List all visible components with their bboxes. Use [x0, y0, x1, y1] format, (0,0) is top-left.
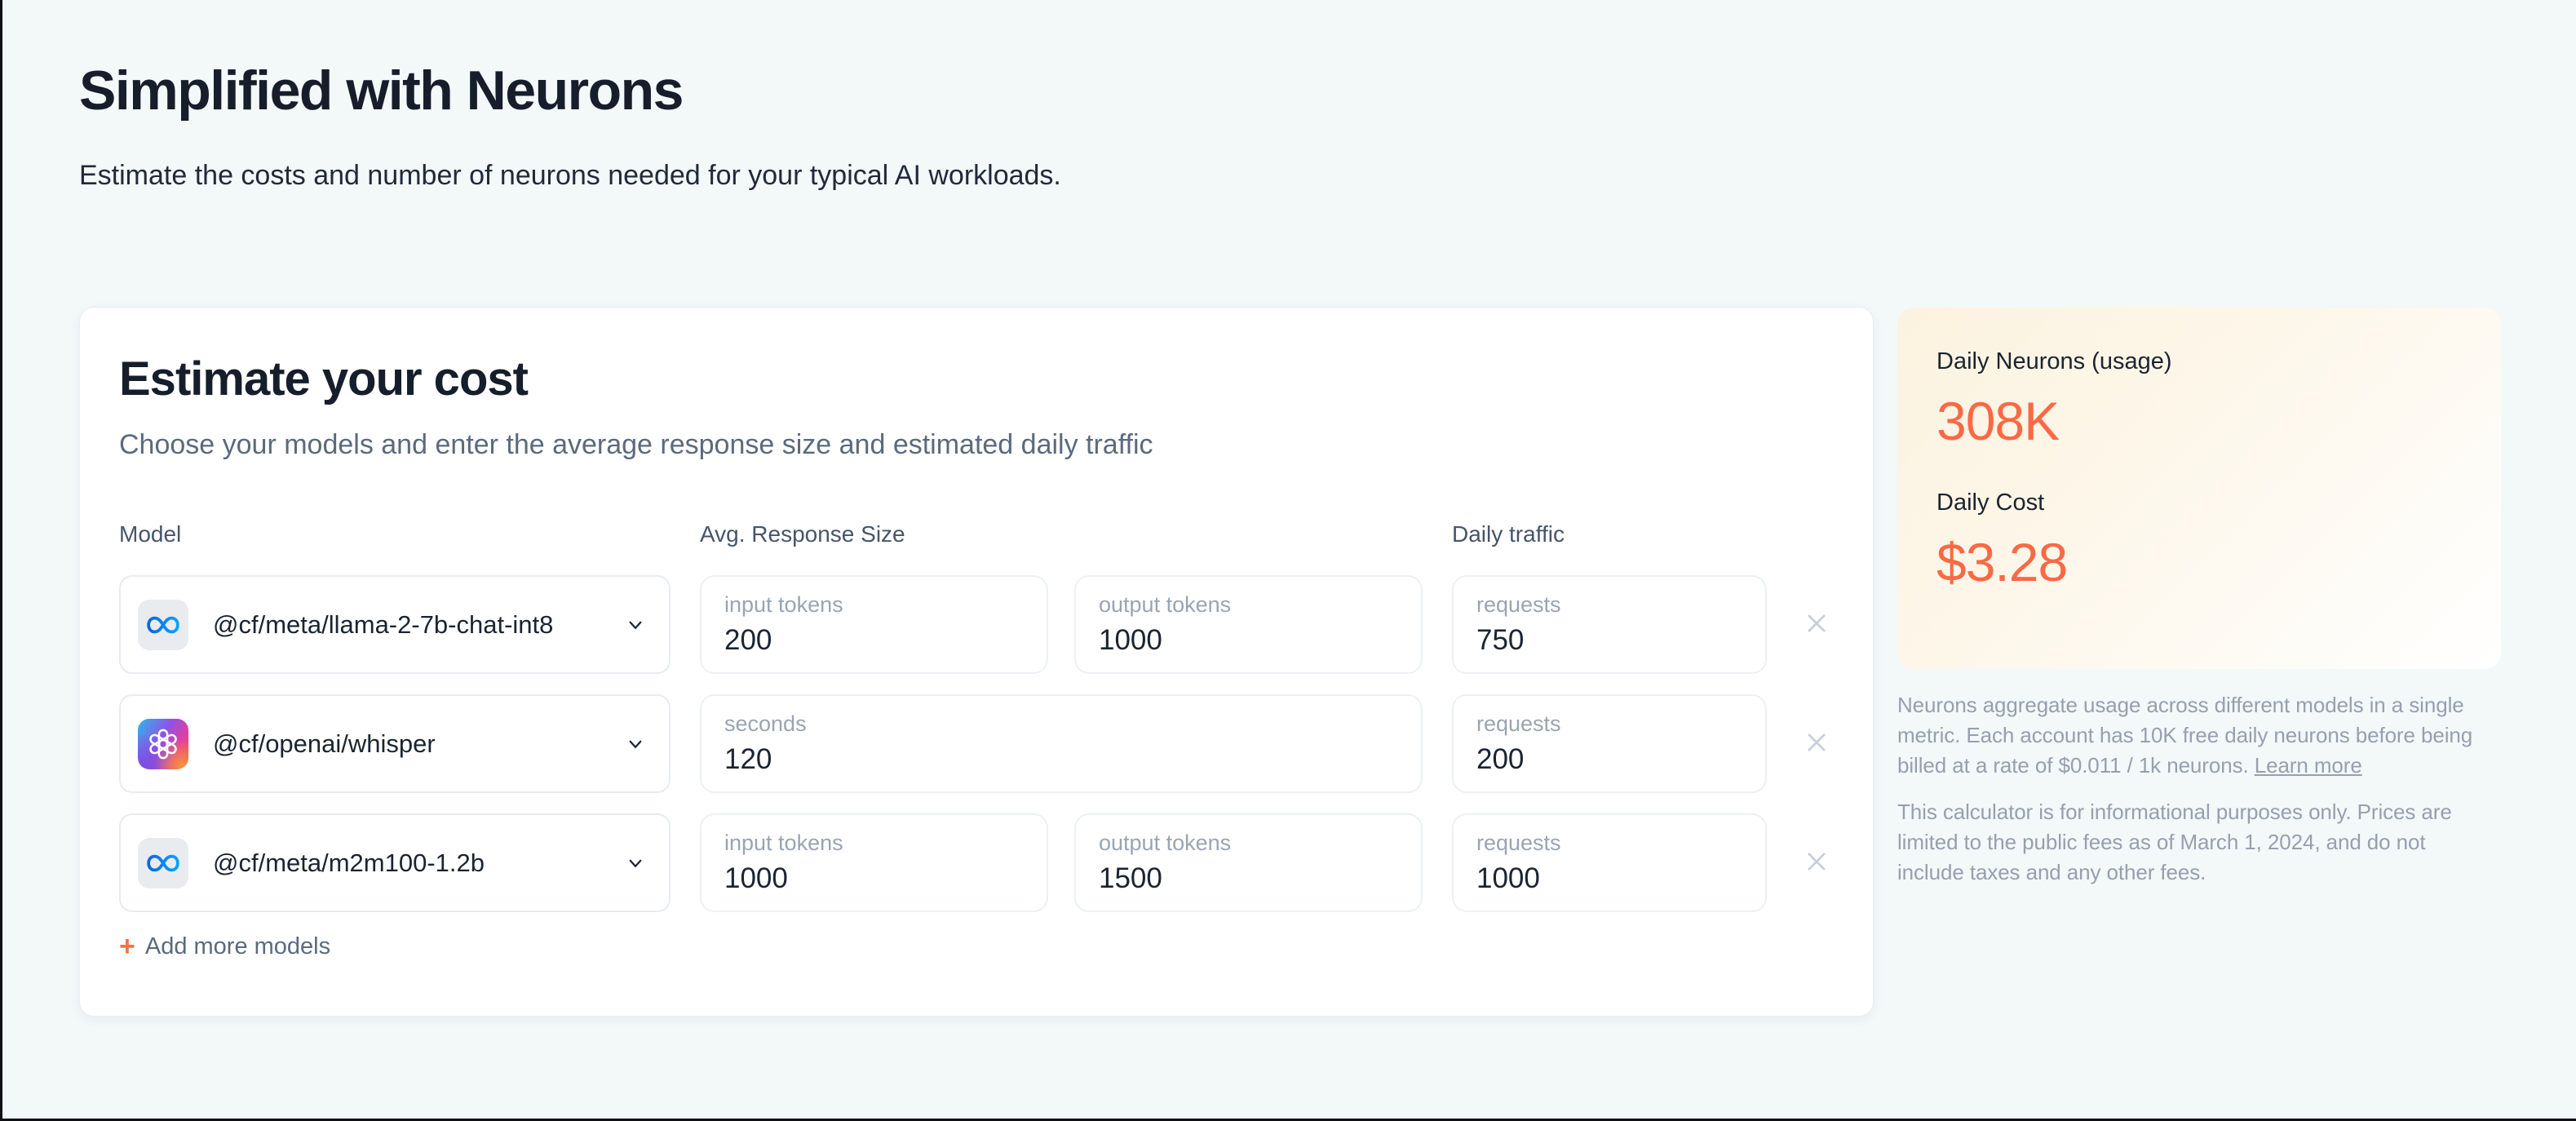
close-icon	[1803, 729, 1830, 759]
requests-field[interactable]: requests 200	[1452, 694, 1767, 793]
add-more-models-button[interactable]: + Add more models	[119, 933, 330, 960]
card-subtitle: Choose your models and enter the average…	[119, 429, 1153, 460]
remove-row-button[interactable]	[1799, 725, 1834, 762]
input-label: requests	[1476, 831, 1561, 855]
input-value[interactable]: 1000	[1476, 862, 1742, 895]
page-title: Simplified with Neurons	[79, 60, 684, 122]
input-label: input tokens	[724, 831, 843, 855]
input-label: seconds	[724, 711, 807, 736]
daily-cost-label: Daily Cost	[1936, 490, 2045, 516]
model-row: @cf/meta/llama-2-7b-chat-int8 input toke…	[119, 575, 1834, 674]
daily-cost-value: $3.28	[1936, 532, 2068, 592]
daily-neurons-value: 308K	[1936, 391, 2060, 451]
model-rows: @cf/meta/llama-2-7b-chat-int8 input toke…	[119, 575, 1834, 912]
model-select[interactable]: @cf/meta/llama-2-7b-chat-int8	[119, 575, 671, 674]
input-value[interactable]: 1000	[1099, 624, 1398, 657]
neurons-note: Neurons aggregate usage across different…	[1897, 690, 2488, 781]
chevron-down-icon	[623, 851, 648, 875]
column-header-response-size: Avg. Response Size	[700, 521, 905, 547]
cost-estimator-card: Estimate your cost Choose your models an…	[79, 307, 1874, 1017]
chevron-down-icon	[623, 613, 648, 637]
add-more-models-label: Add more models	[144, 933, 331, 959]
model-name: @cf/meta/m2m100-1.2b	[213, 848, 485, 877]
output-tokens-field[interactable]: output tokens 1000	[1074, 575, 1423, 674]
column-headers: Model Avg. Response Size Daily traffic	[119, 521, 1834, 547]
meta-icon	[138, 599, 188, 650]
neurons-note-text: Neurons aggregate usage across different…	[1897, 693, 2473, 778]
close-icon	[1803, 609, 1830, 640]
disclaimer-notes: Neurons aggregate usage across different…	[1897, 690, 2488, 887]
daily-summary-card: Daily Neurons (usage) 308K Daily Cost $3…	[1897, 308, 2501, 669]
input-label: input tokens	[724, 592, 843, 617]
daily-neurons-label: Daily Neurons (usage)	[1936, 348, 2172, 374]
openai-icon	[138, 718, 188, 769]
input-value[interactable]: 200	[1476, 743, 1742, 776]
input-tokens-field[interactable]: input tokens 200	[700, 575, 1048, 674]
model-name: @cf/openai/whisper	[213, 729, 436, 758]
model-name: @cf/meta/llama-2-7b-chat-int8	[213, 609, 554, 639]
calculator-disclaimer: This calculator is for informational pur…	[1897, 799, 2452, 884]
model-select[interactable]: @cf/meta/m2m100-1.2b	[119, 813, 671, 912]
meta-icon	[138, 837, 188, 888]
plus-icon: +	[119, 931, 135, 962]
requests-field[interactable]: requests 750	[1452, 575, 1767, 674]
input-label: requests	[1476, 592, 1561, 617]
input-value[interactable]: 200	[724, 624, 1024, 657]
input-label: output tokens	[1099, 831, 1232, 855]
seconds-field[interactable]: seconds 120	[700, 694, 1423, 793]
input-tokens-field[interactable]: input tokens 1000	[700, 813, 1048, 912]
column-header-daily-traffic: Daily traffic	[1452, 521, 1565, 547]
requests-field[interactable]: requests 1000	[1452, 813, 1767, 912]
learn-more-link[interactable]: Learn more	[2255, 753, 2362, 778]
window-left-edge	[0, 0, 2, 1121]
input-label: requests	[1476, 711, 1561, 736]
chevron-down-icon	[623, 732, 648, 756]
remove-row-button[interactable]	[1799, 844, 1834, 881]
close-icon	[1803, 848, 1830, 878]
model-select[interactable]: @cf/openai/whisper	[119, 694, 671, 793]
model-row: @cf/openai/whisper seconds 120 requests …	[119, 694, 1834, 793]
card-title: Estimate your cost	[119, 352, 529, 405]
column-header-model: Model	[119, 521, 182, 547]
input-value[interactable]: 120	[724, 743, 1398, 776]
model-row: @cf/meta/m2m100-1.2b input tokens 1000 o…	[119, 813, 1834, 912]
output-tokens-field[interactable]: output tokens 1500	[1074, 813, 1423, 912]
remove-row-button[interactable]	[1799, 606, 1834, 643]
input-value[interactable]: 750	[1476, 624, 1742, 657]
page-subtitle: Estimate the costs and number of neurons…	[79, 160, 1061, 191]
input-value[interactable]: 1000	[724, 862, 1024, 895]
input-value[interactable]: 1500	[1099, 862, 1398, 895]
input-label: output tokens	[1099, 592, 1232, 617]
